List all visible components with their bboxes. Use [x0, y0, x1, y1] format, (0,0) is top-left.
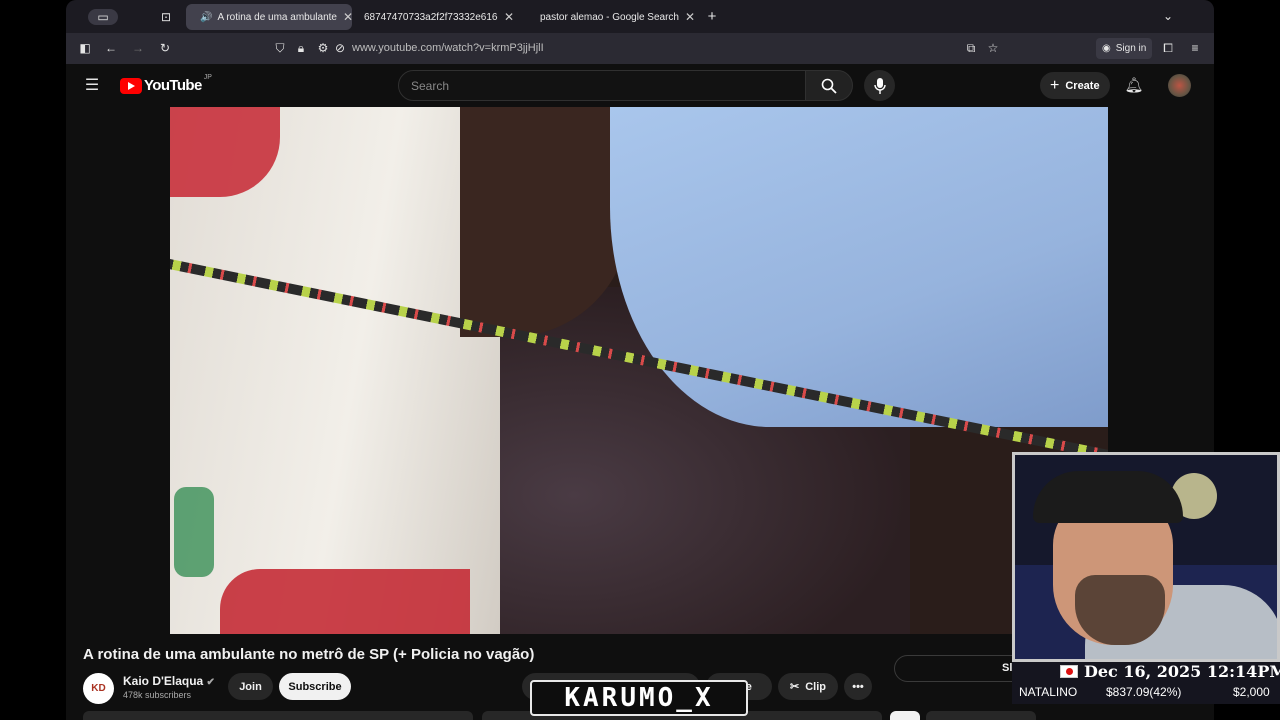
sidebar-icon[interactable]: ◧ — [77, 40, 93, 56]
video-frame-red-patch — [220, 569, 470, 634]
webcam-cap — [1033, 471, 1183, 523]
youtube-header: ☰ YouTube JP Search + Create 🔔︎ — [66, 64, 1214, 107]
youtube-logo[interactable]: YouTube JP — [120, 74, 212, 94]
close-tab-icon[interactable]: ✕ — [337, 10, 352, 24]
tab-label: 68747470733a2f2f73332e616d617 — [364, 11, 498, 23]
subscriber-count: 478k subscribers — [123, 690, 192, 700]
youtube-play-icon — [120, 77, 142, 94]
search-button[interactable] — [805, 70, 853, 101]
new-tab-button[interactable]: + — [704, 8, 720, 25]
microphone-icon — [873, 77, 886, 94]
japan-flag-icon — [1060, 665, 1078, 678]
description-box[interactable] — [83, 711, 473, 720]
video-player[interactable] — [170, 107, 1108, 634]
search-input[interactable]: Search — [398, 70, 806, 101]
create-label: Create — [1065, 79, 1100, 92]
menu-icon[interactable]: ≡ — [1187, 40, 1203, 56]
close-tab-icon[interactable]: ✕ — [679, 10, 694, 24]
back-arrow-icon[interactable]: ← — [103, 40, 119, 56]
stream-datetime: Dec 16, 2025 12:14PM — [1084, 662, 1280, 681]
donation-progress: $837.09(42%) — [1106, 685, 1182, 699]
search-icon — [821, 78, 837, 94]
tab-overview-icon[interactable]: ⊡ — [158, 9, 174, 25]
channel-name[interactable]: Kaio D'Elaqua ✔ — [123, 674, 215, 688]
navigation-toolbar: ◧ ← → ↻ ⛉ 🔒︎ ⚙ ⊘ www.youtube.com/watch?v… — [66, 33, 1214, 64]
donation-name: NATALINO — [1019, 685, 1078, 699]
filter-chip[interactable] — [926, 711, 1036, 720]
tab-s3-object[interactable]: 68747470733a2f2f73332e616d617 ✕ — [356, 4, 520, 30]
clip-button[interactable]: ✂ Clip — [778, 673, 838, 700]
scissors-icon: ✂ — [790, 681, 800, 693]
notifications-bell-icon[interactable]: 🔔︎ — [1124, 77, 1143, 94]
sidebar-toggle-icon[interactable]: ▭ — [88, 9, 118, 25]
logo-text: YouTube — [144, 77, 202, 94]
plus-icon: + — [1050, 76, 1060, 94]
sidebar-label: Sl — [1002, 662, 1013, 674]
close-tab-icon[interactable]: ✕ — [498, 10, 520, 24]
tab-google-search[interactable]: pastor alemao - Google Search ✕ — [528, 4, 694, 30]
sign-in-label: Sign in — [1115, 43, 1147, 54]
video-title: A rotina de uma ambulante no metrô de SP… — [83, 646, 535, 663]
streamer-webcam — [1012, 452, 1280, 662]
voice-search-button[interactable] — [864, 70, 895, 101]
speaker-icon[interactable]: 🔊 — [200, 12, 212, 23]
donation-goal: $2,000 — [1233, 685, 1270, 699]
region-code: JP — [203, 74, 212, 81]
shield-icon[interactable]: ⛉ — [272, 40, 288, 56]
account-icon: ◉ — [1102, 43, 1111, 54]
join-button[interactable]: Join — [228, 673, 273, 700]
tab-label: pastor alemao - Google Search — [540, 11, 679, 23]
url-bar[interactable]: www.youtube.com/watch?v=krmP3jjHjlI — [352, 42, 544, 54]
channel-avatar[interactable]: KD — [83, 673, 114, 704]
permissions-icon[interactable]: ⚙ — [315, 40, 331, 56]
hamburger-menu-icon[interactable]: ☰ — [84, 77, 100, 94]
more-actions-icon[interactable]: ••• — [844, 673, 872, 700]
channel-name-text: Kaio D'Elaqua — [123, 674, 204, 688]
extensions-icon[interactable]: ⧠ — [1160, 40, 1176, 56]
stream-watermark: KARUMO_X — [530, 680, 748, 716]
clip-label: Clip — [805, 680, 826, 693]
webcam-beard — [1075, 575, 1165, 645]
video-frame-blue-cloth — [610, 107, 1108, 427]
tab-youtube-video[interactable]: 🔊 A rotina de uma ambulante ✕ — [186, 4, 352, 30]
forward-arrow-icon[interactable]: → — [130, 40, 146, 56]
reload-icon[interactable]: ↻ — [157, 40, 173, 56]
filter-chip-all[interactable] — [890, 711, 920, 720]
sign-in-button[interactable]: ◉ Sign in — [1096, 38, 1153, 59]
picture-in-picture-icon[interactable]: ⧉ — [963, 40, 979, 56]
autoplay-blocked-icon[interactable]: ⊘ — [332, 40, 348, 56]
create-button[interactable]: + Create — [1040, 72, 1110, 99]
bookmark-star-icon[interactable]: ☆ — [985, 40, 1001, 56]
video-frame-green-patch — [174, 487, 214, 577]
verified-badge-icon: ✔ — [206, 677, 215, 688]
tab-label: A rotina de uma ambulante — [217, 11, 337, 23]
user-avatar[interactable] — [1168, 74, 1191, 97]
tab-strip: ▭ ⊡ 🔊 A rotina de uma ambulante ✕ 687474… — [66, 0, 1214, 33]
subscribe-button[interactable]: Subscribe — [279, 673, 351, 700]
lock-icon[interactable]: 🔒︎ — [293, 40, 309, 56]
chevron-down-icon[interactable]: ⌄ — [1160, 8, 1176, 24]
